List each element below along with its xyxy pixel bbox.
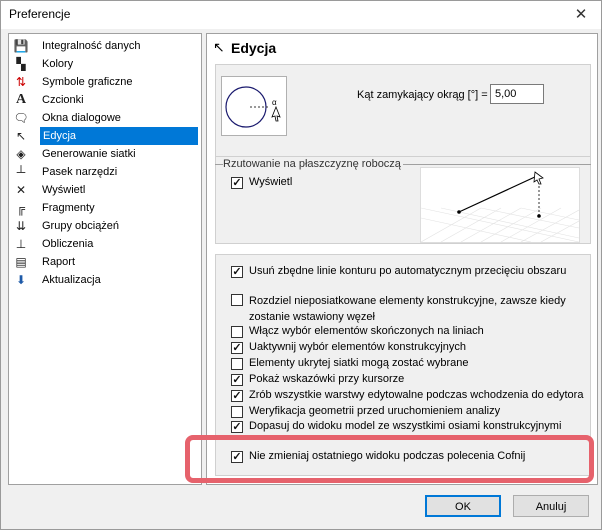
toolbar-icon: ┴ (16, 165, 26, 179)
sidebar-item-kolory[interactable]: ▚ Kolory (10, 55, 200, 73)
checkbox-box[interactable] (231, 358, 243, 370)
checkbox-box[interactable]: ✓ (231, 266, 243, 278)
sidebar-item-label: Symbole graficzne (42, 76, 133, 88)
svg-text:α: α (272, 98, 277, 107)
checkbox-label: Uaktywnij wybór elementów konstrukcyjnyc… (249, 341, 467, 353)
font-icon: A (15, 92, 27, 107)
sidebar-item-fragmenty[interactable]: ╔ Fragmenty (10, 199, 200, 217)
checkbox-box[interactable] (231, 294, 243, 306)
ok-button[interactable]: OK (425, 495, 501, 517)
sidebar-item-obliczenia[interactable]: ⊥ Obliczenia (10, 235, 200, 253)
angle-label: Kąt zamykający okrąg [°] = (357, 89, 488, 101)
sidebar-item-generowanie[interactable]: ◈ Generowanie siatki (10, 145, 200, 163)
color-squares-icon: ▚ (16, 57, 26, 71)
sidebar-item-edycja[interactable]: ↖ Edycja (10, 127, 200, 145)
checkbox-box[interactable] (231, 406, 243, 418)
sidebar-item-aktualizacja[interactable]: ⬇ Aktualizacja (10, 271, 200, 289)
preferences-window: Preferencje ✕ 💾 Integralność danych ▚ Ko… (0, 0, 602, 530)
checkbox-label: Weryfikacja geometrii przed uruchomienie… (249, 405, 501, 417)
close-icon[interactable]: ✕ (569, 4, 593, 26)
mesh-icon: ◈ (16, 147, 26, 161)
sidebar-item-label: Wyświetl (42, 184, 86, 196)
sidebar-item-label: Kolory (42, 58, 74, 70)
report-icon: ▤ (15, 255, 27, 269)
content-panel: ↖ Edycja α Kąt zamykający okrąg [°] = Rz… (206, 33, 598, 485)
sidebar-item-label: Integralność danych (42, 40, 141, 52)
checkbox-label: Nie zmieniaj ostatniego widoku podczas p… (249, 450, 526, 462)
sidebar-item-symbole[interactable]: ⇅ Symbole graficzne (10, 73, 200, 91)
angle-input[interactable] (490, 84, 544, 104)
checkbox-box[interactable]: ✓ (231, 374, 243, 386)
checkbox-label: Elementy ukrytej siatki mogą zostać wybr… (249, 357, 469, 369)
sidebar-item-label: Generowanie siatki (42, 148, 136, 160)
checkbox-label: Rozdziel nieposiatkowane elementy konstr… (249, 295, 566, 323)
checkbox-box[interactable]: ✓ (231, 421, 243, 433)
sidebar-item-raport[interactable]: ▤ Raport (10, 253, 200, 271)
update-icon: ⬇ (15, 273, 27, 287)
sidebar-item-label: Aktualizacja (42, 274, 101, 286)
checkbox-box[interactable]: ✓ (231, 390, 243, 402)
projection-group-title: Rzutowanie na płaszczyznę roboczą (223, 158, 403, 170)
sidebar-item-label: Okna dialogowe (42, 112, 121, 124)
checkbox-box[interactable]: ✓ (231, 177, 243, 189)
edit-icon: ↖ (213, 39, 225, 55)
checkbox-label: Włącz wybór elementów skończonych na lin… (249, 325, 484, 337)
window-title: Preferencje (9, 7, 71, 21)
sidebar-item-label: Pasek narzędzi (42, 166, 118, 178)
checkbox-box[interactable]: ✓ (231, 451, 243, 463)
sidebar-item-czcionki[interactable]: A Czcionki (10, 91, 200, 109)
checkbox-label: Dopasuj do widoku model ze wszystkimi os… (249, 420, 562, 432)
checkbox-box[interactable]: ✓ (231, 342, 243, 354)
dialog-icon: 🗨 (13, 111, 29, 125)
checkbox-label: Zrób wszystkie warstwy edytowalne podcza… (249, 389, 584, 401)
page-title: Edycja (231, 40, 277, 56)
checkbox-label: Wyświetl (249, 176, 293, 188)
sidebar-item-pasek[interactable]: ┴ Pasek narzędzi (10, 163, 200, 181)
sidebar-item-wyswietl[interactable]: ✕ Wyświetl (10, 181, 200, 199)
sidebar-item-integralnosc[interactable]: 💾 Integralność danych (10, 37, 200, 55)
edit-icon: ↖ (15, 129, 27, 143)
sidebar-item-label: Grupy obciążeń (42, 220, 120, 232)
load-groups-icon: ⇊ (15, 219, 27, 233)
cancel-button[interactable]: Anuluj (513, 495, 589, 517)
sidebar-item-label: Czcionki (42, 94, 84, 106)
sidebar-item-label: Edycja (40, 127, 198, 145)
fragments-icon: ╔ (16, 201, 26, 215)
display-icon: ✕ (15, 183, 27, 197)
sidebar-item-label: Raport (42, 256, 76, 268)
floppy-icon: 💾 (13, 39, 29, 53)
sidebar-item-okna[interactable]: 🗨 Okna dialogowe (10, 109, 200, 127)
projection-preview (420, 167, 580, 243)
sidebar-item-grupy[interactable]: ⇊ Grupy obciążeń (10, 217, 200, 235)
title-bar: Preferencje ✕ (1, 1, 601, 29)
sidebar-item-label: Fragmenty (42, 202, 95, 214)
sidebar-item-label: Obliczenia (42, 238, 94, 250)
calculations-icon: ⊥ (15, 237, 27, 251)
checkbox-label: Usuń zbędne linie konturu po automatyczn… (249, 265, 567, 277)
checkbox-label: Pokaż wskazówki przy kursorze (249, 373, 405, 385)
checkbox-box[interactable] (231, 326, 243, 338)
graphic-symbols-icon: ⇅ (15, 75, 27, 89)
circle-angle-icon: α (221, 76, 287, 136)
sidebar: 💾 Integralność danych ▚ Kolory ⇅ Symbole… (8, 33, 202, 485)
